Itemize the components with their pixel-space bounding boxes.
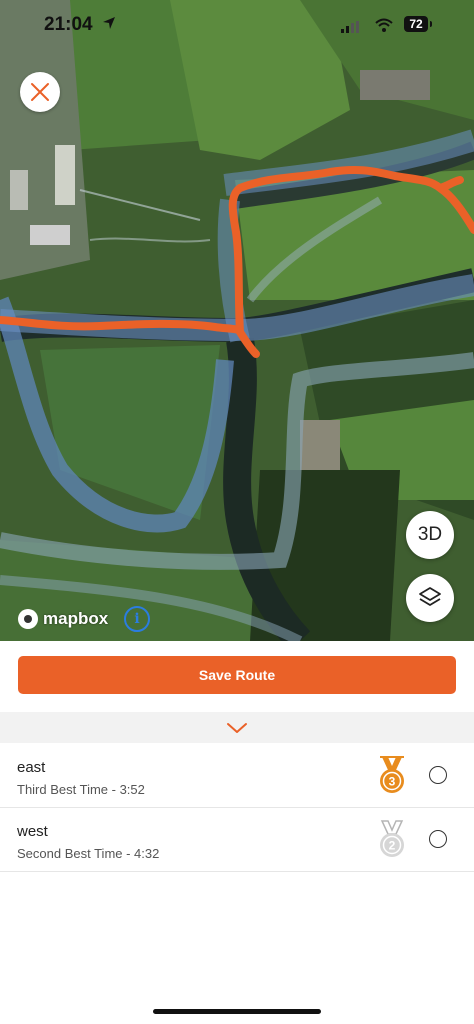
bronze-medal-icon: 3 bbox=[376, 756, 408, 801]
status-time: 21:04 bbox=[44, 14, 93, 35]
medal-number: 3 bbox=[389, 775, 396, 789]
route-best-time: Third Best Time - 3:52 bbox=[17, 782, 145, 797]
toggle-3d-button[interactable]: 3D bbox=[406, 511, 454, 559]
mapbox-wordmark: mapbox bbox=[43, 609, 109, 628]
home-indicator[interactable] bbox=[153, 1009, 321, 1014]
mapbox-mark-icon bbox=[18, 609, 38, 629]
layers-icon bbox=[419, 587, 441, 606]
route-best-time: Second Best Time - 4:32 bbox=[17, 846, 160, 861]
location-arrow-icon bbox=[102, 16, 116, 35]
cellular-signal-icon bbox=[341, 20, 361, 38]
route-name: east bbox=[17, 759, 46, 776]
medal-number: 2 bbox=[389, 839, 396, 853]
route-select-radio[interactable] bbox=[429, 830, 447, 848]
satellite-imagery bbox=[0, 0, 474, 641]
attribution-info-icon[interactable]: i bbox=[124, 606, 150, 632]
close-icon bbox=[31, 83, 49, 101]
chevron-down-icon bbox=[227, 722, 247, 733]
save-route-button[interactable]: Save Route bbox=[18, 656, 456, 694]
route-list-item[interactable]: west Second Best Time - 4:32 2 bbox=[0, 808, 474, 872]
battery-indicator: 72 bbox=[404, 16, 432, 32]
route-name: west bbox=[17, 823, 48, 840]
route-list-item[interactable]: east Third Best Time - 3:52 3 bbox=[0, 744, 474, 808]
route-select-radio[interactable] bbox=[429, 766, 447, 784]
wifi-icon bbox=[375, 18, 393, 37]
mapbox-logo: mapbox bbox=[18, 609, 108, 629]
silver-medal-icon: 2 bbox=[376, 820, 408, 865]
collapse-panel-toggle[interactable] bbox=[0, 712, 474, 743]
map-view[interactable]: 21:04 72 3D mapbox i bbox=[0, 0, 474, 641]
status-bar: 21:04 72 bbox=[0, 0, 474, 50]
close-button[interactable] bbox=[20, 72, 60, 112]
map-layers-button[interactable] bbox=[406, 574, 454, 622]
